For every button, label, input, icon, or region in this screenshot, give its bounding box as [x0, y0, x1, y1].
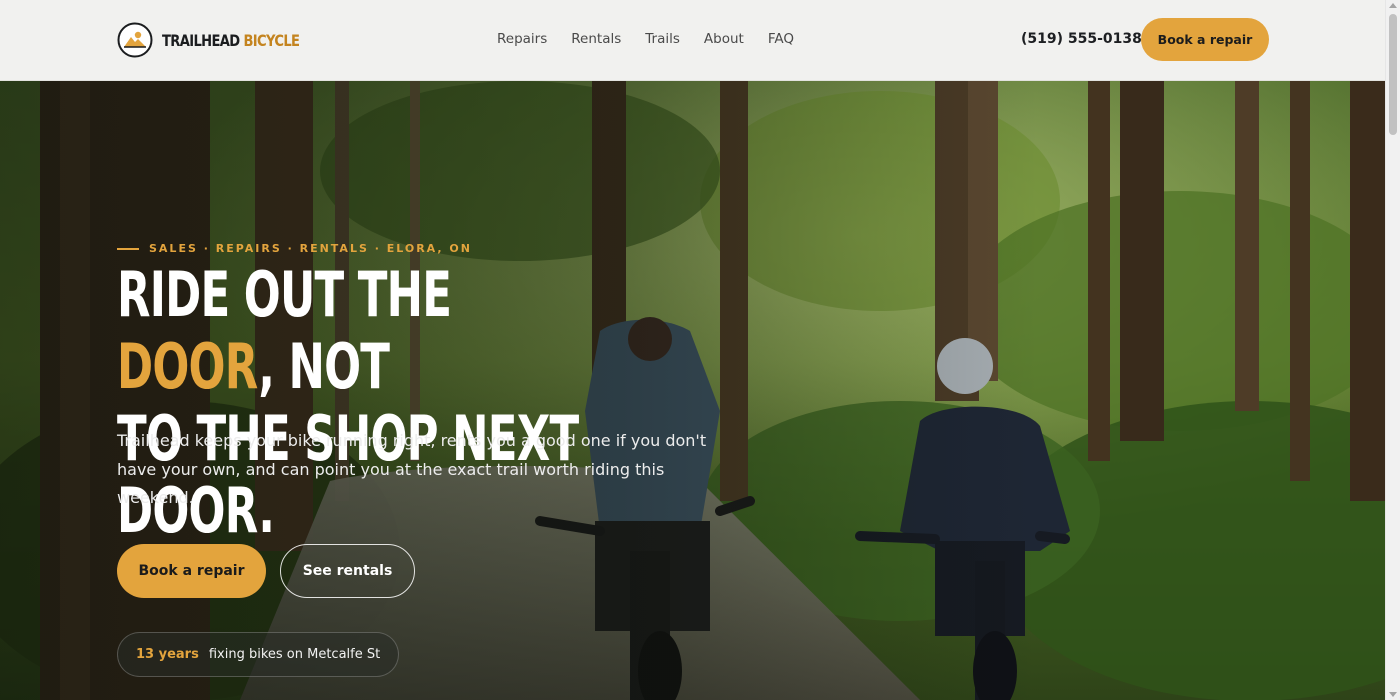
logo-wordmark: TRAILHEAD BICYCLE: [162, 30, 300, 50]
page-scrollbar[interactable]: [1385, 0, 1400, 700]
mountain-sun-icon: [117, 22, 153, 58]
badge-text: fixing bikes on Metcalfe St: [208, 647, 381, 662]
headline-part2: , NOT: [258, 330, 390, 403]
hero-eyebrow: SALES · REPAIRS · RENTALS · ELORA, ON: [117, 242, 472, 255]
hero-book-repair-button[interactable]: Book a repair: [117, 544, 266, 598]
main-nav: Repairs Rentals Trails About FAQ: [497, 31, 818, 47]
nav-link-rentals[interactable]: Rentals: [571, 31, 621, 47]
nav-link-repairs[interactable]: Repairs: [497, 31, 547, 47]
logo-word-bicycle: BICYCLE: [243, 30, 300, 50]
nav-link-about[interactable]: About: [704, 31, 744, 47]
logo-link[interactable]: TRAILHEAD BICYCLE: [117, 22, 330, 58]
experience-badge: 13 years fixing bikes on Metcalfe St: [117, 632, 400, 677]
badge-years: 13 years: [136, 647, 199, 662]
hero-see-rentals-button[interactable]: See rentals: [280, 544, 415, 598]
nav-link-trails[interactable]: Trails: [645, 31, 680, 47]
eyebrow-rule: [117, 247, 139, 250]
phone-link[interactable]: (519) 555-0138: [1021, 31, 1142, 47]
headline-accent: DOOR: [117, 330, 259, 403]
logo-word-trailhead: TRAILHEAD: [162, 30, 240, 50]
eyebrow-text: SALES · REPAIRS · RENTALS · ELORA, ON: [149, 242, 472, 255]
header-book-repair-button[interactable]: Book a repair: [1141, 18, 1269, 61]
scroll-down-arrow-icon[interactable]: [1389, 692, 1397, 697]
site-header: TRAILHEAD BICYCLE Repairs Rentals Trails…: [0, 0, 1385, 81]
nav-link-faq[interactable]: FAQ: [768, 31, 794, 47]
hero-lede: Trailhead keeps your bike running right,…: [117, 431, 707, 507]
scroll-up-arrow-icon[interactable]: [1389, 3, 1397, 8]
headline-part1: RIDE OUT THE: [117, 258, 452, 331]
hero: SALES · REPAIRS · RENTALS · ELORA, ON RI…: [0, 81, 1385, 700]
scroll-thumb[interactable]: [1389, 14, 1397, 135]
